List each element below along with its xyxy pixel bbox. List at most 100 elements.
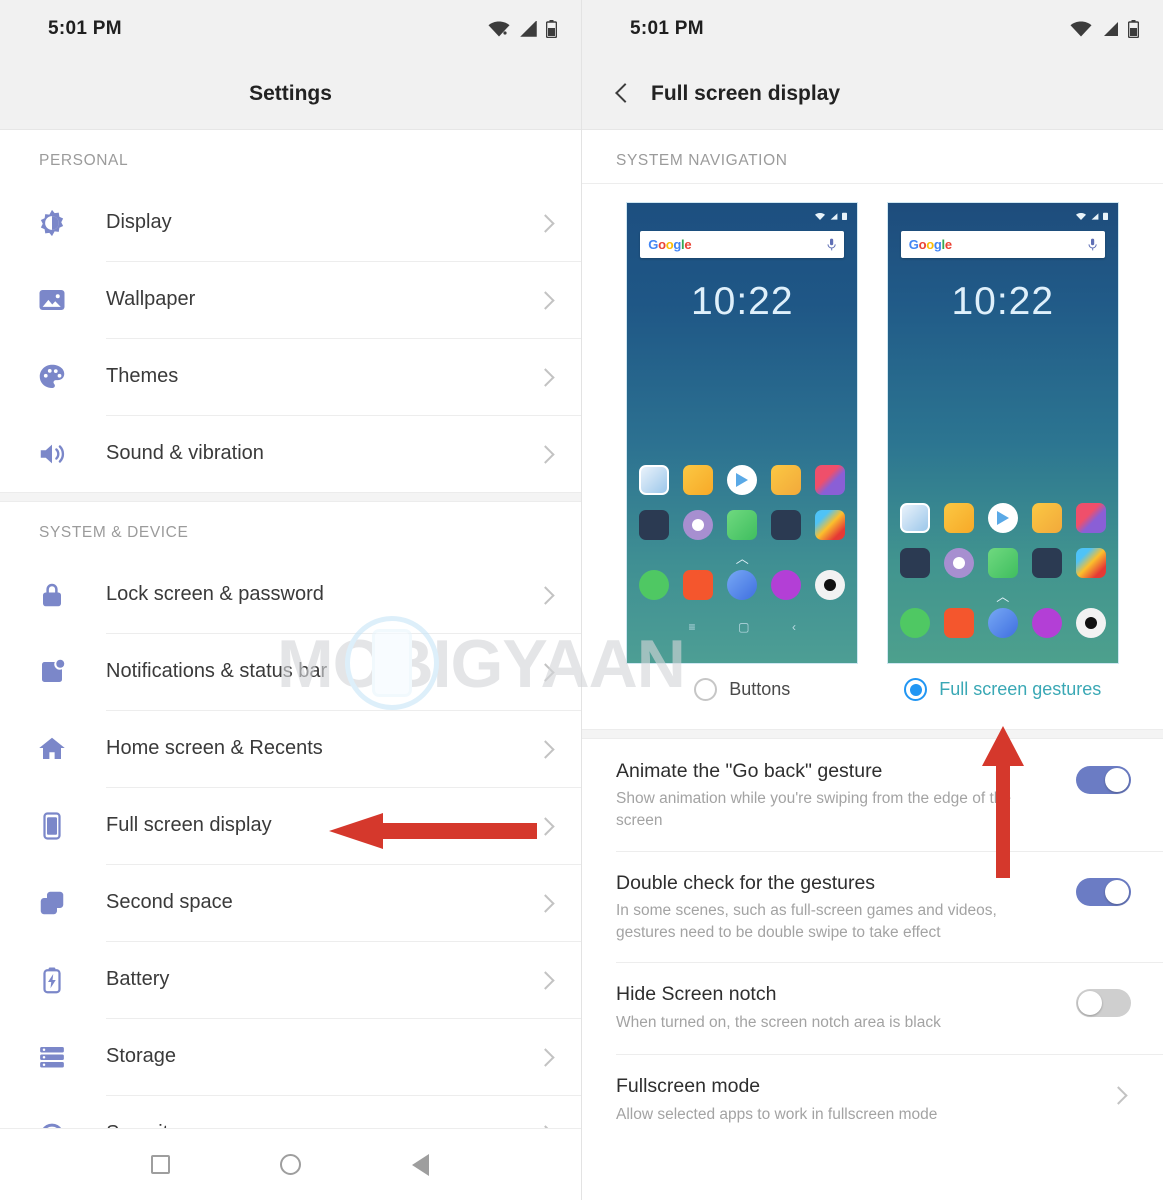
setting-subtitle: Show animation while you're swiping from… [616,790,1011,829]
square-icon[interactable] [141,1145,181,1185]
sidebar-item-lock-screen-password[interactable]: Lock screen & password [0,556,581,633]
chevron-right-icon [535,443,557,465]
mic-icon [1088,238,1097,251]
storage-icon [37,1042,73,1072]
google-logo: Google [908,237,952,252]
preview-drawer-arrow-icon: ︿ [996,589,1010,604]
sidebar-item-label: Wallpaper [106,288,196,310]
setting-text: Fullscreen mode Allow selected apps to w… [616,1073,1109,1125]
chevron-right-icon [535,212,557,234]
radio-row-buttons[interactable]: Buttons [694,678,790,701]
chevron-right-icon [535,738,557,760]
page-title: Full screen display [651,81,841,105]
back-chevron-icon[interactable] [609,81,635,107]
section-header-system-navigation: SYSTEM NAVIGATION [582,130,1163,184]
copy-icon [37,888,73,918]
setting-hide-screen-notch[interactable]: Hide Screen notch When turned on, the sc… [582,962,1163,1054]
setting-title: Hide Screen notch [616,983,777,1006]
toggle-double-check-gestures[interactable] [1076,877,1131,906]
sidebar-item-notifications-status-bar[interactable]: Notifications & status bar [0,633,581,710]
battery-icon [546,20,557,38]
section-header-system-device: SYSTEM & DEVICE [0,502,581,556]
notification-icon [37,657,73,687]
sidebar-item-label: Full screen display [106,814,272,836]
sidebar-item-label: Second space [106,891,233,913]
preview-home-icon: ▢ [738,620,750,634]
toggle-animate-go-back-gesture[interactable] [1076,766,1131,794]
chevron-right-icon [535,892,557,914]
preview-app-grid: ︿ ≡ ▢ ‹ [627,465,857,637]
sidebar-item-label: Notifications & status bar [106,660,328,682]
radio-label-buttons: Buttons [729,679,791,699]
image-icon [37,285,73,315]
setting-double-check-gestures[interactable]: Double check for the gestures In some sc… [582,850,1163,963]
navigation-preview-group: Google 10:22 ︿ ≡ ▢ ‹ Buttons Google 10:2… [582,184,1163,701]
triangle-icon[interactable] [400,1145,440,1185]
mic-icon [827,238,836,251]
chevron-right-icon [535,289,557,311]
sidebar-item-themes[interactable]: Themes [0,338,581,415]
preview-nav-bar: ≡ ▢ ‹ [639,615,845,637]
right-status-bar: 5:01 PM [582,0,1163,58]
sidebar-item-wallpaper[interactable]: Wallpaper [0,261,581,338]
wifi-icon [1070,21,1092,37]
sidebar-item-label: Display [106,211,172,233]
nav-option-buttons[interactable]: Google 10:22 ︿ ≡ ▢ ‹ Buttons [626,202,859,701]
google-logo: Google [648,237,692,252]
speaker-icon [37,439,73,469]
setting-subtitle: When turned on, the screen notch area is… [616,1013,941,1031]
preview-status-icons [888,203,1118,220]
brightness-icon [37,208,73,238]
settings-list[interactable]: PERSONAL Display Wallpaper Themes Sound … [0,130,581,1200]
chevron-right-icon [535,584,557,606]
status-icon-group [488,20,557,38]
sidebar-item-storage[interactable]: Storage [0,1018,581,1095]
home-icon [37,734,73,764]
lock-icon [37,580,73,610]
chevron-right-icon [1109,1084,1131,1106]
page-title: Settings [249,81,332,105]
sidebar-item-full-screen-display[interactable]: Full screen display [0,787,581,864]
status-icon-group [1070,20,1139,38]
preview-google-search-bar: Google [900,231,1105,258]
status-time: 5:01 PM [630,18,704,39]
chevron-right-icon [535,969,557,991]
full-screen-display-body: SYSTEM NAVIGATION Google 10:22 ︿ ≡ ▢ ‹ B… [582,130,1163,1200]
sidebar-item-sound-vibration[interactable]: Sound & vibration [0,415,581,492]
preview-drawer-arrow-icon: ︿ [735,551,749,566]
setting-text: Hide Screen notch When turned on, the sc… [616,981,1076,1033]
preview-clock: 10:22 [690,280,794,323]
sidebar-item-display[interactable]: Display [0,184,581,261]
dual-screenshot: 5:01 PM Settings PERSONAL Display Wallpa… [0,0,1163,1200]
radio-row-full-screen-gestures[interactable]: Full screen gestures [904,678,1101,701]
setting-animate-go-back-gesture[interactable]: Animate the "Go back" gesture Show anima… [582,739,1163,851]
sidebar-item-battery[interactable]: Battery [0,941,581,1018]
chevron-right-icon [535,815,557,837]
android-nav-bar [0,1128,581,1200]
nav-option-full-screen-gestures[interactable]: Google 10:22 ︿ Full screen gestures [886,202,1119,701]
chevron-right-icon [535,366,557,388]
radio-label-full-screen-gestures: Full screen gestures [939,679,1102,699]
right-phone-screen: 5:01 PM Full screen display SYSTEM NAVIG… [581,0,1163,1200]
sidebar-item-home-screen-recents[interactable]: Home screen & Recents [0,710,581,787]
setting-subtitle: Allow selected apps to work in fullscree… [616,1105,938,1123]
sidebar-item-label: Sound & vibration [106,442,264,464]
preview-menu-icon: ≡ [688,620,696,634]
setting-title: Animate the "Go back" gesture [616,760,883,782]
status-time: 5:01 PM [48,18,122,39]
toggle-hide-screen-notch[interactable] [1076,989,1131,1018]
phone-icon [37,811,73,841]
setting-fullscreen-mode[interactable]: Fullscreen mode Allow selected apps to w… [582,1054,1163,1146]
radio-full-screen-gestures[interactable] [904,678,928,701]
battery-bolt-icon [37,965,73,995]
sidebar-item-label: Lock screen & password [106,583,324,605]
sidebar-item-second-space[interactable]: Second space [0,864,581,941]
chevron-right-icon [535,1046,557,1068]
left-status-bar: 5:01 PM [0,0,581,58]
wifi-icon [488,21,510,37]
setting-title: Fullscreen mode [616,1075,761,1098]
sidebar-item-label: Battery [106,968,170,990]
circle-icon[interactable] [270,1145,310,1185]
preview-full-screen-gestures: Google 10:22 ︿ [886,202,1119,664]
radio-buttons[interactable] [694,678,718,701]
